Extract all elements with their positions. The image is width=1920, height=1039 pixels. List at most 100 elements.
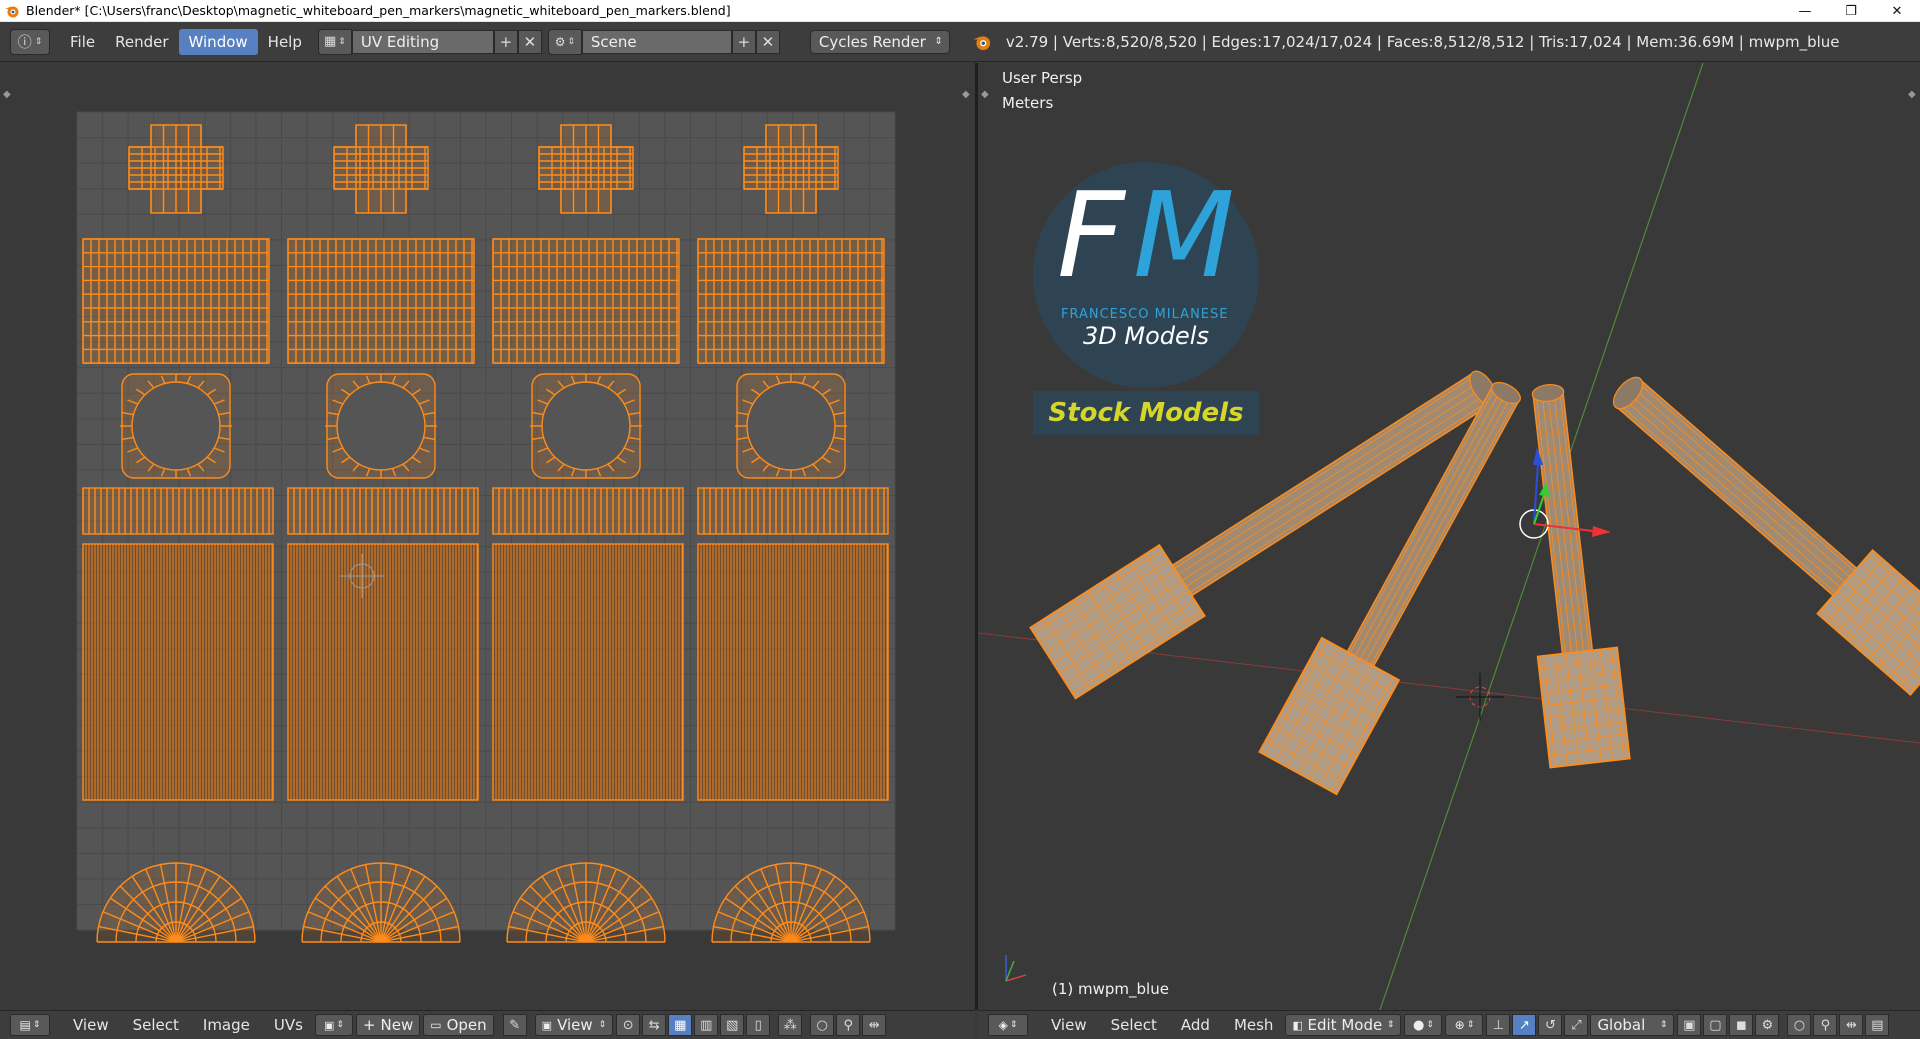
- select-edge-icon[interactable]: ▥: [694, 1014, 719, 1036]
- object-name-label: (1) mwpm_blue: [1052, 980, 1169, 998]
- pivot-point-dropdown[interactable]: ⊕ ⇕: [1445, 1014, 1484, 1036]
- region-toggle-icon[interactable]: ◆: [981, 89, 989, 100]
- blender-icon: [5, 6, 19, 17]
- scale-manipulator-icon[interactable]: ⤢: [1564, 1014, 1589, 1036]
- plus-icon: +: [362, 1016, 376, 1034]
- edge-select-icon[interactable]: ▢: [1703, 1014, 1728, 1036]
- translate-manipulator-icon[interactable]: ↗: [1512, 1014, 1537, 1036]
- uv-block-island: [82, 238, 270, 364]
- region-toggle-icon-right[interactable]: ◆: [1908, 89, 1916, 100]
- delete-screen-button[interactable]: ✕: [517, 29, 542, 54]
- uv-menu-uvs[interactable]: UVs: [262, 1016, 315, 1034]
- uv-menu-view[interactable]: View: [61, 1016, 121, 1034]
- rotate-manipulator-icon[interactable]: ↺: [1538, 1014, 1563, 1036]
- sticky-select-icon[interactable]: ⁂: [778, 1014, 803, 1036]
- scene-icon: ⚙: [554, 34, 566, 49]
- new-image-label: New: [380, 1016, 414, 1034]
- mode-dropdown[interactable]: ◧ Edit Mode ⇕: [1285, 1014, 1402, 1036]
- add-scene-button[interactable]: +: [731, 29, 756, 54]
- logo-letter-f: F: [1057, 166, 1125, 304]
- axis-gizmo: [1005, 955, 1027, 982]
- snap-icon[interactable]: ⚲: [836, 1014, 861, 1036]
- close-button[interactable]: ✕: [1874, 0, 1920, 22]
- logo-brand-name: FRANCESCO MILANESE: [1061, 307, 1229, 322]
- snap-icon[interactable]: ⚲: [1813, 1014, 1838, 1036]
- uv-canvas[interactable]: [0, 63, 975, 1010]
- uv-sync-icon[interactable]: ⇆: [642, 1014, 667, 1036]
- blender-logo-icon: [973, 35, 990, 50]
- render-preview-icon[interactable]: ▤: [1865, 1014, 1890, 1036]
- folder-icon: ▭: [430, 1018, 442, 1032]
- minimize-button[interactable]: —: [1782, 0, 1828, 22]
- uv-image-editor[interactable]: ◆ ◆: [0, 63, 975, 1010]
- manipulator-toggle-icon[interactable]: ⊥: [1486, 1014, 1511, 1036]
- menu-window[interactable]: Window: [178, 28, 258, 55]
- select-face-icon[interactable]: ▧: [720, 1014, 745, 1036]
- pivot-icon[interactable]: ⊙: [616, 1014, 641, 1036]
- vp-menu-add[interactable]: Add: [1169, 1016, 1222, 1034]
- editor-type-info-button[interactable]: ⓘ ⇕: [10, 28, 50, 55]
- uv-menu-image[interactable]: Image: [191, 1016, 262, 1034]
- occlude-geometry-icon[interactable]: ⚙: [1755, 1014, 1780, 1036]
- image-browse-button[interactable]: ▣ ⇕: [314, 1014, 353, 1036]
- snap-element-icon[interactable]: ⇹: [1839, 1014, 1864, 1036]
- x-icon: ✕: [523, 32, 537, 51]
- add-screen-button[interactable]: +: [493, 29, 518, 54]
- view-mode-icon: ▣: [541, 1018, 553, 1032]
- screen-layout-browse-button[interactable]: ▦ ⇕: [317, 28, 352, 55]
- editor-type-button[interactable]: ▤ ⇕: [10, 1014, 50, 1036]
- uv-block-island: [697, 238, 885, 364]
- 3d-viewport[interactable]: ◆ ◆ User Persp Meters (1) mwpm_blue F M …: [978, 63, 1920, 1010]
- window-title: Blender* [C:\Users\franc\Desktop\magneti…: [26, 3, 731, 18]
- uv-body-island: [82, 543, 274, 801]
- window-titlebar: Blender* [C:\Users\franc\Desktop\magneti…: [0, 0, 1920, 22]
- uv-cap-hole: [131, 381, 221, 471]
- face-select-icon[interactable]: ◼: [1729, 1014, 1754, 1036]
- vertex-select-icon[interactable]: ▣: [1677, 1014, 1702, 1036]
- menu-render[interactable]: Render: [105, 29, 178, 55]
- new-image-button[interactable]: + New: [355, 1014, 421, 1036]
- uv-body-island: [492, 543, 684, 801]
- scene-stats: v2.79 | Verts:8,520/8,520 | Edges:17,024…: [1005, 32, 1840, 51]
- snap-element-icon[interactable]: ⇹: [862, 1014, 887, 1036]
- view-mode-label: View: [557, 1016, 593, 1034]
- select-island-icon[interactable]: ▯: [746, 1014, 771, 1036]
- x-icon: ✕: [761, 32, 775, 51]
- viewport-shading-dropdown[interactable]: ● ⇕: [1404, 1014, 1443, 1036]
- select-vertex-icon[interactable]: ▦: [668, 1014, 693, 1036]
- menu-help[interactable]: Help: [258, 29, 312, 55]
- uv-cap-hole: [336, 381, 426, 471]
- render-engine-label: Cycles Render: [818, 32, 926, 51]
- render-engine-dropdown[interactable]: Cycles Render ⇕: [809, 29, 950, 54]
- editor-type-3d-button[interactable]: ◈ ⇕: [988, 1014, 1028, 1036]
- proportional-edit-icon[interactable]: ○: [810, 1014, 835, 1036]
- view-mode-dropdown[interactable]: ▣ View ⇕: [534, 1014, 614, 1036]
- vp-menu-select[interactable]: Select: [1099, 1016, 1169, 1034]
- uv-cap-hole: [541, 381, 631, 471]
- plus-icon: +: [499, 32, 513, 51]
- pivot-icon: ⊕: [1454, 1018, 1465, 1032]
- menu-file[interactable]: File: [60, 29, 105, 55]
- uv-body-island: [287, 543, 479, 801]
- updown-arrows-icon: ⇕: [934, 36, 943, 47]
- logo-tagline: 3D Models: [1083, 322, 1209, 350]
- uv-menu-select[interactable]: Select: [121, 1016, 191, 1034]
- uv-editor-header: ▤ ⇕ View Select Image UVs ▣ ⇕ + New ▭ Open ✎…: [0, 1010, 975, 1039]
- scene-field[interactable]: Scene: [581, 29, 732, 54]
- edit-mode-icon: ◧: [1292, 1018, 1303, 1032]
- delete-scene-button[interactable]: ✕: [755, 29, 780, 54]
- mode-label: Edit Mode: [1307, 1016, 1383, 1034]
- orientation-dropdown[interactable]: Global ⇕: [1590, 1014, 1675, 1036]
- open-image-button[interactable]: ▭ Open: [423, 1014, 494, 1036]
- stock-models-badge: Stock Models: [1033, 391, 1259, 435]
- 3d-cursor: [1456, 673, 1504, 721]
- vp-menu-mesh[interactable]: Mesh: [1222, 1016, 1286, 1034]
- proportional-edit-icon[interactable]: ○: [1787, 1014, 1812, 1036]
- pin-icon[interactable]: ✎: [502, 1014, 527, 1036]
- restore-button[interactable]: ❐: [1828, 0, 1874, 22]
- view-name-label: User Persp: [1002, 69, 1083, 87]
- scene-browse-button[interactable]: ⚙ ⇕: [547, 28, 582, 55]
- screen-layout-field[interactable]: UV Editing: [351, 29, 494, 54]
- vp-menu-view[interactable]: View: [1039, 1016, 1099, 1034]
- info-header: ⓘ ⇕ File Render Window Help ▦ ⇕ UV Editing…: [0, 22, 1920, 62]
